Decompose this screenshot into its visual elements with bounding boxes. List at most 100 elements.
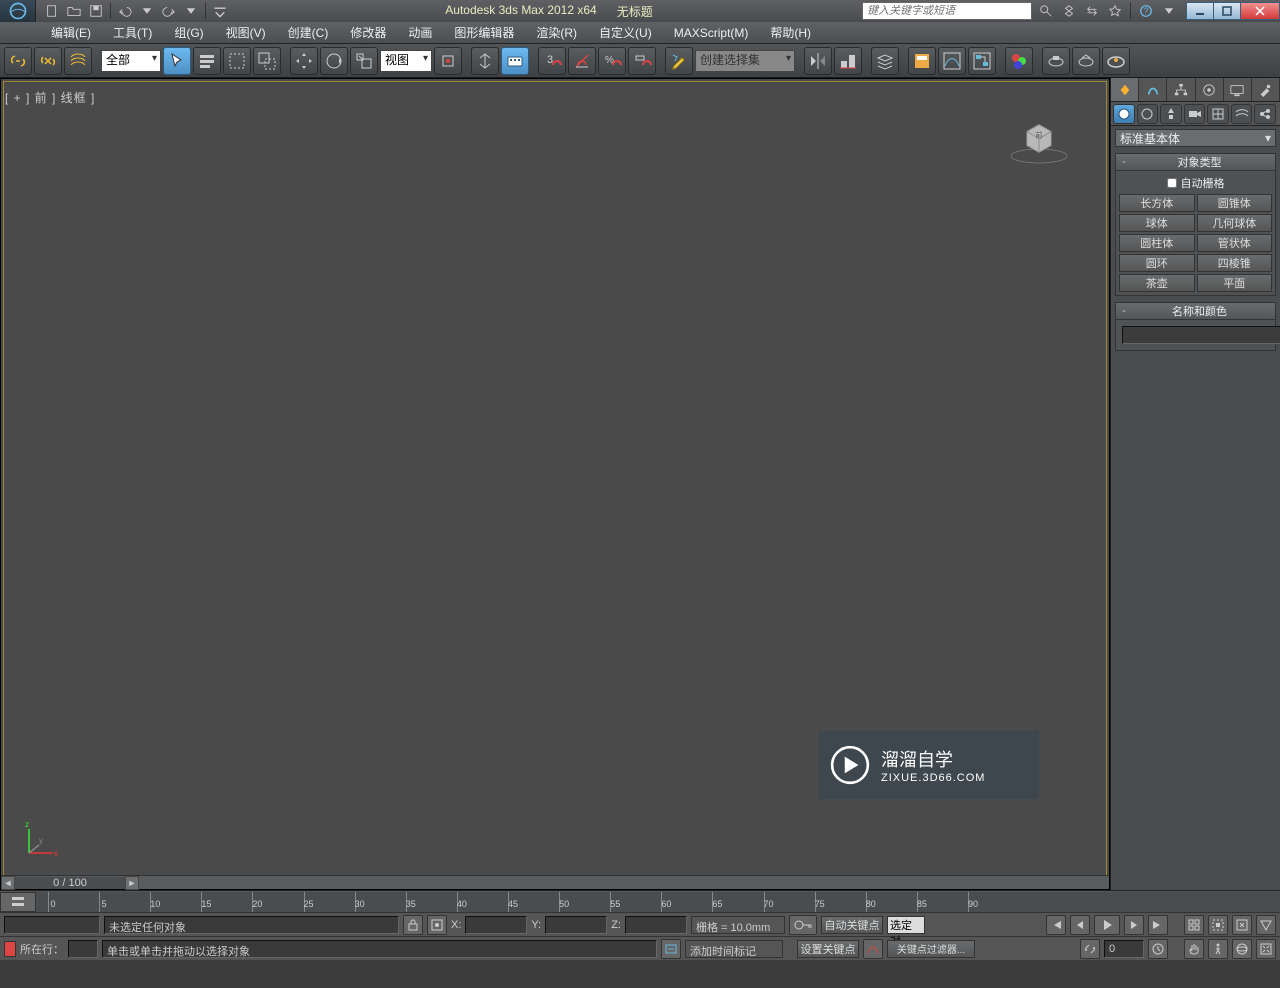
geometry-category-combo[interactable]: 标准基本体 [1115,129,1276,147]
rollout-header-name-color[interactable]: -名称和颜色 [1116,303,1275,320]
scale-icon[interactable] [350,47,378,75]
menu-views[interactable]: 视图(V) [215,21,277,44]
subtab-spacewarps[interactable] [1231,104,1253,124]
subscription-icon[interactable] [1059,2,1079,20]
viewport-label[interactable]: [ + ] 前 ] 线框 ] [5,89,95,106]
selection-filter-combo[interactable]: 全部 [101,50,161,72]
edit-named-selection-icon[interactable] [665,47,693,75]
add-time-tag-field[interactable]: 添加时间标记 [685,940,783,958]
menu-animation[interactable]: 动画 [397,21,443,44]
prim-cylinder[interactable]: 圆柱体 [1119,234,1195,252]
app-menu-button[interactable] [0,0,36,22]
play-icon[interactable] [1094,915,1120,935]
subtab-systems[interactable] [1254,104,1276,124]
search-icon[interactable] [1036,2,1056,20]
minilistener-pink[interactable] [4,916,100,934]
tab-modify[interactable] [1139,78,1167,101]
subtab-cameras[interactable] [1184,104,1206,124]
manipulate-icon[interactable] [471,47,499,75]
rollout-header-object-type[interactable]: -对象类型 [1116,154,1275,171]
subtab-shapes[interactable] [1137,104,1159,124]
favorites-icon[interactable] [1105,2,1125,20]
menu-help[interactable]: 帮助(H) [759,21,822,44]
goto-end-icon[interactable] [1148,915,1168,935]
mirror-icon[interactable] [804,47,832,75]
key-mode-icon[interactable] [789,915,817,935]
percent-snap-icon[interactable]: % [598,47,626,75]
walkthrough-icon[interactable] [1208,939,1228,959]
named-selection-combo[interactable]: 创建选择集 [695,50,795,72]
prim-cone[interactable]: 圆锥体 [1197,194,1273,212]
x-coord-input[interactable] [465,916,527,934]
timeline-config-icon[interactable] [0,892,36,912]
maximize-viewport-icon[interactable] [1256,939,1276,959]
time-tag-icon[interactable] [661,939,681,959]
prim-teapot[interactable]: 茶壶 [1119,274,1195,292]
tab-create[interactable] [1111,78,1139,101]
window-crossing-icon[interactable] [253,47,281,75]
next-frame-icon[interactable] [1124,915,1144,935]
menu-create[interactable]: 创建(C) [277,21,340,44]
isolate-selection-icon[interactable] [427,915,447,935]
viewport-min-max-icon[interactable] [1184,915,1204,935]
select-by-name-icon[interactable] [193,47,221,75]
prim-pyramid[interactable]: 四棱锥 [1197,254,1273,272]
viewport-frame-scrollbar[interactable]: ◄ 0 / 100 ► [1,875,1109,889]
time-ruler[interactable]: 051015202530354045505560657075808590 [36,892,1280,912]
snap-toggle-icon[interactable]: 3 [538,47,566,75]
keyfilters-button[interactable]: 关键点过滤器... [887,940,975,958]
goto-start-icon[interactable] [1046,915,1066,935]
subtab-helpers[interactable] [1207,104,1229,124]
unlink-icon[interactable] [34,47,62,75]
new-file-icon[interactable] [42,2,62,20]
spinner-snap-icon[interactable] [628,47,656,75]
rect-select-icon[interactable] [223,47,251,75]
material-editor-icon[interactable] [1005,47,1033,75]
prim-plane[interactable]: 平面 [1197,274,1273,292]
minimize-button[interactable] [1186,2,1214,20]
select-object-icon[interactable] [163,47,191,75]
curve-editor-icon[interactable] [938,47,966,75]
viewport[interactable]: [ + ] 前 ] 线框 ] 前 z x y ◄ 0 / 100 ► [0,78,1110,890]
redo-dropdown-icon[interactable] [181,2,201,20]
maximize-button[interactable] [1213,2,1241,20]
tab-display[interactable] [1224,78,1252,101]
angle-snap-icon[interactable] [568,47,596,75]
move-icon[interactable] [290,47,318,75]
scroll-left-icon[interactable]: ◄ [1,876,15,890]
z-coord-input[interactable] [625,916,687,934]
subtab-lights[interactable] [1160,104,1182,124]
link-icon[interactable] [4,47,32,75]
ref-coord-combo[interactable]: 视图 [380,50,432,72]
subtab-geometry[interactable] [1113,104,1135,124]
layer-manager-icon[interactable] [871,47,899,75]
key-step-mode-icon[interactable] [1080,939,1100,959]
rotate-icon[interactable] [320,47,348,75]
rendered-frame-icon[interactable] [1072,47,1100,75]
prim-box[interactable]: 长方体 [1119,194,1195,212]
menu-modifiers[interactable]: 修改器 [339,21,397,44]
autokey-button[interactable]: 自动关键点 [821,916,883,934]
menu-edit[interactable]: 编辑(E) [40,21,102,44]
qat-customize-icon[interactable] [210,2,230,20]
pan-icon[interactable] [1184,939,1204,959]
help-dropdown-icon[interactable] [1159,2,1179,20]
align-icon[interactable] [834,47,862,75]
redo-icon[interactable] [159,2,179,20]
tab-hierarchy[interactable] [1167,78,1195,101]
time-config-icon[interactable] [1148,939,1168,959]
zoom-extents-all-icon[interactable] [1208,915,1228,935]
tab-motion[interactable] [1196,78,1224,101]
prim-geosphere[interactable]: 几何球体 [1197,214,1273,232]
viewcube[interactable]: 前 [1004,114,1074,164]
help-icon[interactable]: ? [1136,2,1156,20]
render-setup-icon[interactable] [1042,47,1070,75]
menu-maxscript[interactable]: MAXScript(M) [663,23,760,43]
close-button[interactable] [1240,2,1280,20]
menu-grapheditors[interactable]: 图形编辑器 [443,21,525,44]
open-file-icon[interactable] [64,2,84,20]
zoom-extents-icon[interactable] [1232,915,1252,935]
render-production-icon[interactable] [1102,47,1130,75]
menu-customize[interactable]: 自定义(U) [588,21,663,44]
bind-spacewarp-icon[interactable] [64,47,92,75]
